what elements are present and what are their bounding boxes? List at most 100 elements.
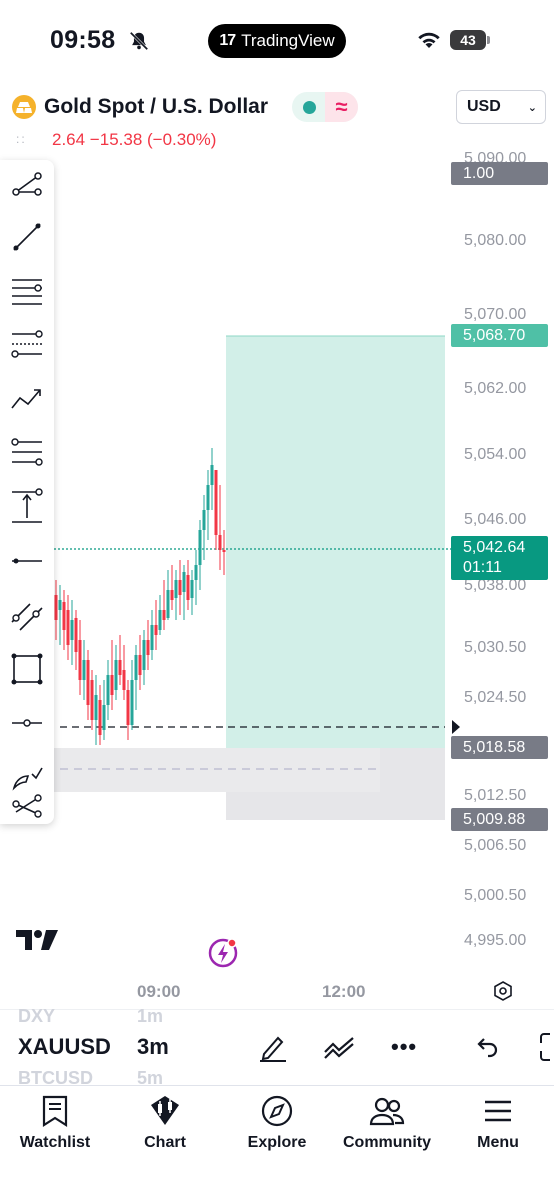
candle-body xyxy=(118,660,122,675)
candle-body xyxy=(90,680,94,720)
candle-body xyxy=(126,690,130,725)
app-pill: 17 TradingView xyxy=(208,24,346,58)
price-axis-label: 5,062.00 xyxy=(464,380,527,397)
candle-body xyxy=(66,610,70,645)
candle-body xyxy=(82,660,86,680)
candle-body xyxy=(202,510,206,530)
indicators-icon[interactable] xyxy=(322,1030,356,1064)
horizontal-line-icon[interactable] xyxy=(8,704,46,742)
candle-body xyxy=(74,618,78,652)
candle-body xyxy=(214,470,218,535)
tradingview-logo-icon: 17 xyxy=(219,32,236,49)
horizontal-ray-icon[interactable] xyxy=(8,542,46,580)
price-axis-label: 5,054.00 xyxy=(464,446,527,463)
candle-body xyxy=(106,675,110,705)
tab-community[interactable]: Community xyxy=(332,1086,442,1152)
entry-price-tag: 5,018.58 xyxy=(451,736,548,759)
currency-select[interactable]: USD ⌄ xyxy=(456,90,546,124)
interval-option-above[interactable]: 1m xyxy=(137,1006,163,1027)
candle-body xyxy=(122,670,126,690)
compass-icon xyxy=(261,1095,293,1127)
candle-body xyxy=(174,580,178,598)
candle-body xyxy=(218,535,222,550)
market-status-badges[interactable]: ≈ xyxy=(292,92,358,122)
price-axis-label: 5,046.00 xyxy=(464,511,527,528)
price-axis-label: 5,012.50 xyxy=(464,787,527,804)
target-price-tag: 5,068.70 xyxy=(451,324,548,347)
candles xyxy=(54,448,226,745)
symbol-title[interactable]: Gold Spot / U.S. Dollar xyxy=(44,95,268,119)
candle-body xyxy=(78,640,82,680)
chart-settings-icon[interactable] xyxy=(492,980,514,1002)
candle-body xyxy=(222,550,226,552)
tab-label-community: Community xyxy=(343,1134,431,1151)
candle-body xyxy=(86,660,90,705)
delayed-data-icon: ≈ xyxy=(325,92,358,122)
menu-icon xyxy=(485,1100,511,1122)
candle-body xyxy=(70,620,74,640)
candle-body xyxy=(190,580,194,598)
candle-body xyxy=(54,595,58,620)
more-lines-icon[interactable] xyxy=(8,784,46,822)
tab-watchlist[interactable]: Watchlist xyxy=(0,1086,110,1152)
divider xyxy=(0,1009,554,1010)
scale-tag: 1.00 xyxy=(451,162,548,185)
profit-zone xyxy=(226,336,445,748)
price-axis-label: 5,006.50 xyxy=(464,837,527,854)
current-price-value: 5,042.64 xyxy=(463,539,526,556)
candle-body xyxy=(134,655,138,680)
fullscreen-icon[interactable] xyxy=(538,1030,554,1064)
undo-icon[interactable] xyxy=(474,1032,500,1062)
flash-alert-icon[interactable] xyxy=(206,936,240,970)
candle-body xyxy=(166,590,170,618)
candle-body xyxy=(194,565,198,580)
line-tool-icon[interactable] xyxy=(8,218,46,256)
rectangle-tool-icon[interactable] xyxy=(8,650,46,688)
wifi-icon xyxy=(418,32,440,48)
parallel-channel-icon[interactable] xyxy=(8,596,46,634)
candle-body xyxy=(98,700,102,735)
candle-body xyxy=(142,640,146,670)
path-tool-icon[interactable] xyxy=(8,380,46,418)
currency-value: USD xyxy=(467,98,501,115)
candle-body xyxy=(150,625,154,650)
candle-body xyxy=(178,580,182,595)
chevron-down-icon: ⌄ xyxy=(527,101,537,114)
stop-price-tag: 5,009.88 xyxy=(451,808,548,831)
drawing-toolbar xyxy=(0,160,54,824)
bar-countdown: 01:11 xyxy=(463,559,502,576)
candle-body xyxy=(62,602,66,630)
candle-body xyxy=(210,465,214,485)
interval-selector[interactable]: 3m xyxy=(137,1034,169,1060)
battery-indicator: 43 xyxy=(450,30,486,50)
more-options-icon[interactable]: ••• xyxy=(391,1034,417,1060)
candle-body xyxy=(170,590,174,600)
price-axis-label: 5,000.50 xyxy=(464,887,527,904)
range-box xyxy=(54,748,380,792)
price-axis-label: 5,024.50 xyxy=(464,689,527,706)
fib-retracement-icon[interactable] xyxy=(8,326,46,364)
trendline-tool-icon[interactable] xyxy=(8,164,46,202)
symbol-option-above[interactable]: DXY xyxy=(18,1006,55,1027)
candle-body xyxy=(186,575,190,600)
tradingview-logo-icon xyxy=(16,930,58,950)
price-range-icon[interactable] xyxy=(8,488,46,526)
market-open-icon xyxy=(303,101,316,114)
price-axis-label: 5,070.00 xyxy=(464,306,527,323)
gold-symbol-icon xyxy=(12,95,36,119)
symbol-selector[interactable]: XAUUSD xyxy=(18,1034,112,1060)
tab-chart[interactable]: Chart xyxy=(110,1086,220,1152)
pen-draw-icon[interactable] xyxy=(256,1030,290,1064)
tab-label-menu: Menu xyxy=(477,1134,519,1151)
tab-explore[interactable]: Explore xyxy=(222,1086,332,1152)
candle-body xyxy=(138,655,142,675)
chart-icon xyxy=(151,1096,179,1125)
gann-fan-icon[interactable] xyxy=(8,434,46,472)
candle-body xyxy=(110,675,114,695)
time-label-0900: 09:00 xyxy=(137,982,181,1001)
candle-body xyxy=(182,572,186,592)
bell-muted-icon xyxy=(129,31,149,51)
tab-menu[interactable]: Menu xyxy=(443,1086,553,1152)
tab-label-chart: Chart xyxy=(144,1134,186,1151)
horizontal-lines-icon[interactable] xyxy=(8,272,46,310)
